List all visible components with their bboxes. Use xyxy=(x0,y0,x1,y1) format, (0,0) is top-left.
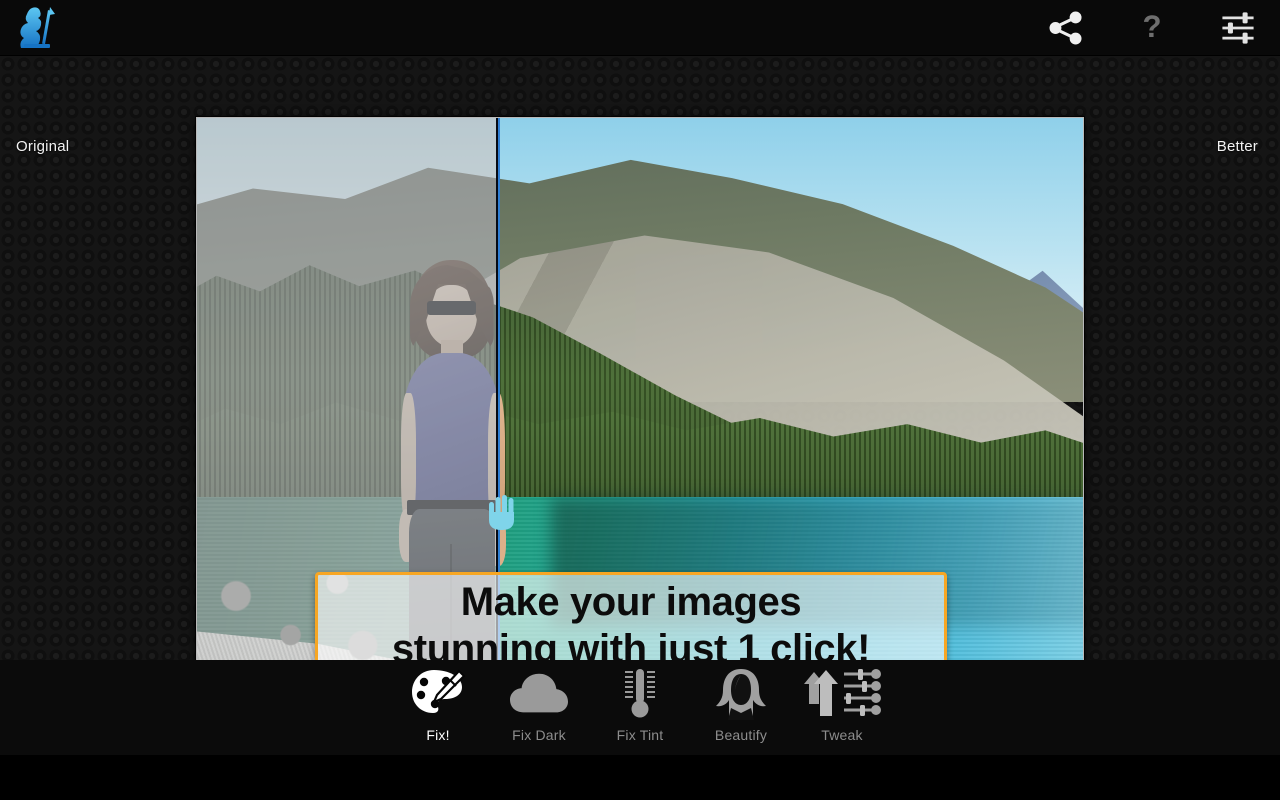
tool-label-tweak: Tweak xyxy=(821,727,863,743)
share-icon[interactable] xyxy=(1042,4,1090,52)
hand-cursor-icon[interactable] xyxy=(486,494,520,532)
tool-label-fix-dark: Fix Dark xyxy=(512,727,566,743)
bottom-toolbar: Fix! Fix Dark Fix Tint Beautify Tweak xyxy=(0,660,1280,755)
arrows-sliders-icon xyxy=(802,666,882,722)
original-label: Original xyxy=(16,138,70,155)
tool-fix-dark[interactable]: Fix Dark xyxy=(489,660,590,755)
app-root: ? Original Better Make your images stunn… xyxy=(0,0,1280,800)
cloud-icon xyxy=(510,666,568,722)
tool-label-fix: Fix! xyxy=(426,727,450,743)
editor-stage: Original Better Make your images stunnin… xyxy=(0,56,1280,711)
tool-label-fix-tint: Fix Tint xyxy=(616,727,664,743)
system-navigation-bar xyxy=(0,755,1280,800)
top-app-bar: ? xyxy=(0,0,1280,56)
tool-tweak[interactable]: Tweak xyxy=(792,660,893,755)
top-bar-actions: ? xyxy=(1042,0,1262,56)
thermometer-icon xyxy=(620,666,660,722)
tool-label-beautify: Beautify xyxy=(714,727,768,743)
photo-preview[interactable]: Make your images stunning with just 1 cl… xyxy=(196,117,1084,711)
palette-brush-icon xyxy=(410,666,466,722)
caption-line-1: Make your images xyxy=(460,580,802,624)
tool-beautify[interactable]: Beautify xyxy=(691,660,792,755)
woman-portrait-icon xyxy=(714,666,768,722)
tool-fix-tint[interactable]: Fix Tint xyxy=(590,660,691,755)
app-logo-icon[interactable] xyxy=(12,4,64,52)
better-label: Better xyxy=(1216,138,1258,155)
settings-sliders-icon[interactable] xyxy=(1214,4,1262,52)
help-question-icon[interactable]: ? xyxy=(1128,4,1176,52)
tool-fix[interactable]: Fix! xyxy=(388,660,489,755)
svg-text:?: ? xyxy=(1142,9,1161,44)
